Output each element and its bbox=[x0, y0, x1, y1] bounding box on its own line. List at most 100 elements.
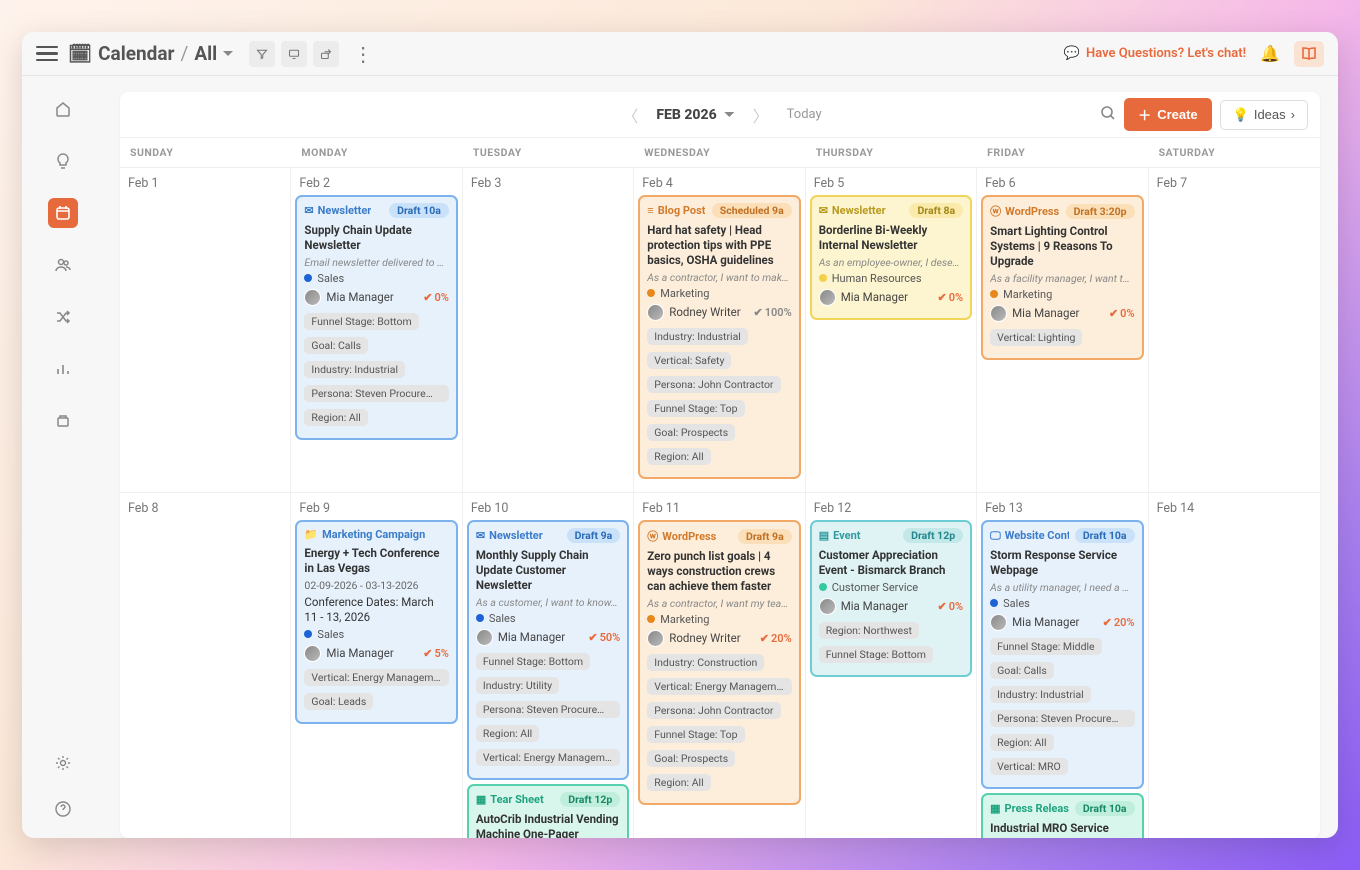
day-cell[interactable]: Feb 5✉NewsletterDraft 8aBorderline Bi-We… bbox=[806, 168, 977, 493]
category-dot bbox=[990, 599, 998, 607]
content-card[interactable]: 🖵Website Cont…Draft 10aStorm Response Se… bbox=[981, 520, 1143, 789]
sidebar-assets[interactable] bbox=[48, 406, 78, 436]
day-cell[interactable]: Feb 11ⓦWordPressDraft 9aZero punch list … bbox=[634, 493, 805, 838]
help-book-button[interactable] bbox=[1294, 41, 1324, 67]
card-daterange: 02-09-2026 - 03-13-2026 bbox=[304, 579, 448, 592]
chat-link[interactable]: 💬 Have Questions? Let's chat! bbox=[1064, 46, 1246, 61]
present-button[interactable] bbox=[281, 41, 307, 67]
card-tag: Industry: Utility bbox=[476, 677, 559, 694]
card-title: Energy + Tech Conference in Las Vegas bbox=[304, 546, 448, 576]
date-label: Feb 1 bbox=[124, 176, 286, 191]
card-tag: Funnel Stage: Bottom bbox=[304, 313, 418, 330]
card-type-icon: ▤ bbox=[819, 529, 829, 542]
card-subtitle: As a facility manager, I want t… bbox=[990, 272, 1134, 285]
card-tag: Goal: Leads bbox=[304, 693, 373, 710]
day-cell[interactable]: Feb 13🖵Website Cont…Draft 10aStorm Respo… bbox=[977, 493, 1148, 838]
status-pill: Draft 12p bbox=[903, 528, 963, 543]
category-dot bbox=[304, 630, 312, 638]
day-cell[interactable]: Feb 6ⓦWordPressDraft 3:20pSmart Lighting… bbox=[977, 168, 1148, 493]
card-tag: Region: All bbox=[647, 448, 710, 465]
sidebar-calendar[interactable] bbox=[48, 198, 78, 228]
content-card[interactable]: ✉NewsletterDraft 8aBorderline Bi-Weekly … bbox=[810, 195, 972, 320]
day-header: TUESDAY bbox=[463, 138, 634, 168]
card-subtitle: As an employee-owner, I dese… bbox=[819, 256, 963, 269]
sidebar bbox=[22, 76, 104, 838]
card-owner: Mia Manager bbox=[304, 289, 393, 306]
day-cell[interactable]: Feb 9 📁Marketing CampaignEnergy + Tech Co… bbox=[291, 493, 462, 838]
card-tag: Industry: Industrial bbox=[304, 361, 405, 378]
month-picker[interactable]: FEB 2026 bbox=[656, 107, 734, 123]
card-type-label: Newsletter bbox=[489, 529, 543, 542]
day-cell[interactable]: Feb 7 bbox=[1149, 168, 1320, 493]
card-tag: Funnel Stage: Middle bbox=[990, 638, 1101, 655]
day-cell[interactable]: Feb 10✉NewsletterDraft 9aMonthly Supply … bbox=[463, 493, 634, 838]
content-card[interactable]: ✉NewsletterDraft 10aSupply Chain Update … bbox=[295, 195, 457, 440]
category-dot bbox=[990, 290, 998, 298]
card-category: Sales bbox=[304, 628, 448, 641]
search-icon[interactable] bbox=[1100, 105, 1116, 125]
sidebar-home[interactable] bbox=[48, 94, 78, 124]
card-type-icon: ▦ bbox=[476, 793, 486, 806]
bulb-icon: 💡 bbox=[1233, 107, 1249, 123]
avatar bbox=[819, 289, 836, 306]
date-label: Feb 3 bbox=[467, 176, 629, 191]
content-card[interactable]: ✉NewsletterDraft 9aMonthly Supply Chain … bbox=[467, 520, 629, 780]
prev-month-button[interactable]: 〈 bbox=[618, 99, 642, 131]
breadcrumb-title[interactable]: Calendar bbox=[98, 42, 174, 65]
day-header: WEDNESDAY bbox=[634, 138, 805, 168]
day-header-row: SUNDAYMONDAYTUESDAYWEDNESDAYTHURSDAYFRID… bbox=[120, 138, 1320, 168]
content-card[interactable]: ⓦWordPressDraft 9aZero punch list goals … bbox=[638, 520, 800, 805]
sidebar-shuffle[interactable] bbox=[48, 302, 78, 332]
card-type-icon: ≡ bbox=[647, 204, 653, 217]
sidebar-team[interactable] bbox=[48, 250, 78, 280]
card-type-label: Newsletter bbox=[318, 204, 372, 217]
card-title: AutoCrib Industrial Vending Machine One-… bbox=[476, 812, 620, 838]
content-card[interactable]: ⓦWordPressDraft 3:20pSmart Lighting Cont… bbox=[981, 195, 1143, 360]
sidebar-help[interactable] bbox=[48, 794, 78, 824]
card-tag: Industry: Industrial bbox=[647, 328, 748, 345]
create-button[interactable]: ＋Create bbox=[1124, 98, 1211, 131]
filter-button[interactable] bbox=[249, 41, 275, 67]
content-card[interactable]: ▤EventDraft 12pCustomer Appreciation Eve… bbox=[810, 520, 972, 677]
card-title: Smart Lighting Control Systems | 9 Reaso… bbox=[990, 224, 1134, 269]
date-label: Feb 9 bbox=[295, 501, 457, 516]
day-cell[interactable]: Feb 14 bbox=[1149, 493, 1320, 838]
day-cell[interactable]: Feb 1 bbox=[120, 168, 291, 493]
card-category: Marketing bbox=[647, 287, 791, 300]
day-cell[interactable]: Feb 4≡Blog PostScheduled 9aHard hat safe… bbox=[634, 168, 805, 493]
content-card[interactable]: ▦Tear SheetDraft 12pAutoCrib Industrial … bbox=[467, 784, 629, 838]
card-type-icon: ▦ bbox=[990, 802, 1000, 815]
chat-icon: 💬 bbox=[1064, 46, 1080, 61]
content-card[interactable]: ▦Press ReleaseDraft 10aIndustrial MRO Se… bbox=[981, 793, 1143, 838]
card-title: Industrial MRO Service Webpage bbox=[990, 821, 1134, 838]
card-completion: ✔100% bbox=[754, 306, 792, 319]
day-header: SUNDAY bbox=[120, 138, 291, 168]
card-type-icon: ✉ bbox=[476, 529, 485, 542]
sidebar-analytics[interactable] bbox=[48, 354, 78, 384]
card-subtitle: As a customer, I want to know… bbox=[476, 596, 620, 609]
next-month-button[interactable]: 〉 bbox=[749, 99, 773, 131]
status-pill: Draft 8a bbox=[909, 203, 963, 218]
ideas-button[interactable]: 💡Ideas› bbox=[1220, 100, 1308, 130]
content-card[interactable]: 📁Marketing CampaignEnergy + Tech Confere… bbox=[295, 520, 457, 724]
sidebar-ideas[interactable] bbox=[48, 146, 78, 176]
menu-icon[interactable] bbox=[36, 43, 58, 65]
day-cell[interactable]: Feb 3 bbox=[463, 168, 634, 493]
today-button[interactable]: Today bbox=[787, 107, 822, 122]
status-pill: Draft 10a bbox=[389, 203, 449, 218]
day-cell[interactable]: Feb 2✉NewsletterDraft 10aSupply Chain Up… bbox=[291, 168, 462, 493]
card-title: Storm Response Service Webpage bbox=[990, 548, 1134, 578]
day-cell[interactable]: Feb 12▤EventDraft 12pCustomer Appreciati… bbox=[806, 493, 977, 838]
card-subtitle: As a contractor, I want to mak… bbox=[647, 271, 791, 284]
sidebar-settings[interactable] bbox=[48, 748, 78, 778]
breadcrumb-filter[interactable]: All bbox=[194, 42, 233, 65]
status-pill: Scheduled 9a bbox=[712, 203, 792, 218]
share-button[interactable] bbox=[313, 41, 339, 67]
category-dot bbox=[647, 289, 655, 297]
day-cell[interactable]: Feb 8 bbox=[120, 493, 291, 838]
card-type-label: WordPress bbox=[662, 530, 716, 543]
content-card[interactable]: ≡Blog PostScheduled 9aHard hat safety | … bbox=[638, 195, 800, 479]
card-category: Human Resources bbox=[819, 272, 963, 285]
bell-icon[interactable]: 🔔 bbox=[1260, 44, 1280, 63]
card-tag: Industry: Industrial bbox=[990, 686, 1091, 703]
